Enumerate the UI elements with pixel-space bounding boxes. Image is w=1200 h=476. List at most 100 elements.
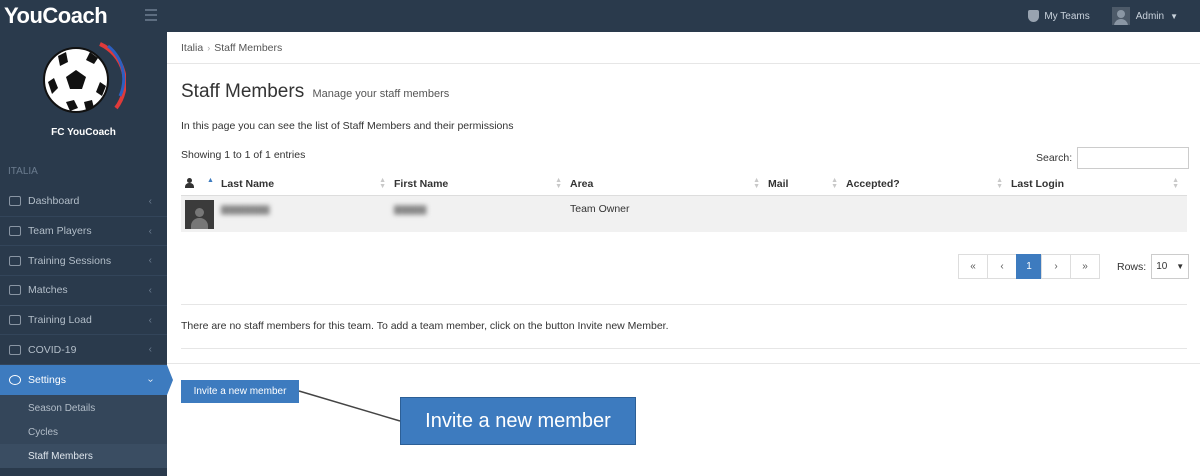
search-input[interactable] — [1077, 147, 1190, 169]
shield-icon — [1028, 10, 1040, 22]
column-accepted[interactable]: Accepted? ▲ ▼ — [846, 173, 1011, 196]
sidebar-item-label: Matches — [28, 284, 68, 297]
sort-icon: ▲ ▼ — [753, 177, 760, 190]
page-title-text: Staff Members — [181, 81, 305, 102]
cell-avatar — [181, 195, 221, 232]
chevron-left-icon: ‹ — [148, 255, 152, 267]
sidebar-item-training-load[interactable]: Training Load ‹ — [0, 306, 167, 336]
chevron-left-icon: ‹ — [148, 314, 152, 326]
entries-info: Showing 1 to 1 of 1 entries — [181, 149, 306, 161]
column-last-name[interactable]: Last Name ▲ ▼ — [221, 173, 394, 196]
user-menu[interactable]: Admin ▼ — [1111, 7, 1178, 25]
page-subtitle: Manage your staff members — [312, 88, 450, 100]
column-header-label: Accepted? — [846, 177, 900, 190]
column-header-label: Area — [570, 177, 594, 190]
column-last-login[interactable]: Last Login ▲ ▼ — [1011, 173, 1187, 196]
sort-icon: ▲ ▼ — [379, 177, 386, 190]
players-icon — [9, 226, 21, 237]
my-teams-link[interactable]: My Teams — [1028, 10, 1090, 22]
sort-icon: ▲ ▼ — [996, 177, 1003, 190]
sidebar-item-label: Training Sessions — [28, 254, 112, 267]
rows-select[interactable]: 10 ▼ — [1151, 254, 1190, 279]
blurred-first-name: ▆▆▆▆ — [394, 202, 427, 215]
table-search: Search: — [1036, 147, 1190, 169]
sidebar-item-team-players[interactable]: Team Players ‹ — [0, 217, 167, 247]
app-logo[interactable]: YouCoach — [4, 3, 108, 29]
divider — [167, 363, 1200, 364]
cell-first-name: ▆▆▆▆ — [394, 195, 570, 232]
user-icon — [185, 178, 194, 189]
column-header-label: First Name — [394, 177, 449, 190]
column-mail[interactable]: Mail ▲ ▼ — [768, 173, 846, 196]
sidebar-subitem-cycles[interactable]: Cycles — [0, 420, 167, 444]
annotation-callout: Invite a new member — [400, 397, 636, 445]
rows-value: 10 — [1156, 261, 1168, 272]
cell-last-name: ▆▆▆▆▆▆ — [221, 195, 394, 232]
gear-icon — [9, 375, 21, 386]
pagination: « ‹ 1 › » — [958, 254, 1100, 279]
sidebar-item-dashboard[interactable]: Dashboard ‹ — [0, 187, 167, 217]
sidebar: FC YouCoach ITALIA Dashboard ‹ Team Play… — [0, 32, 173, 476]
sidebar-item-training-sessions[interactable]: Training Sessions ‹ — [0, 246, 167, 277]
sidebar-item-label: Team Players — [28, 225, 92, 238]
table-row[interactable]: ▆▆▆▆▆▆ ▆▆▆▆ Team Owner — [181, 195, 1187, 232]
no-staff-notice: There are no staff members for this team… — [181, 320, 669, 332]
next-page-button[interactable]: › — [1041, 254, 1071, 279]
sort-icon: ▲ ▼ — [1172, 177, 1179, 190]
cone-icon — [9, 255, 21, 266]
avatar — [185, 199, 214, 229]
cell-accepted — [846, 195, 1011, 232]
cell-area: Team Owner — [570, 195, 768, 232]
my-teams-label: My Teams — [1044, 10, 1090, 22]
table-header-row: ▲ Last Name ▲ ▼ First Name ▲ ▼ Area ▲ ▼ Mai… — [181, 173, 1187, 196]
column-first-name[interactable]: First Name ▲ ▼ — [394, 173, 570, 196]
breadcrumb: Italia › Staff Members — [167, 32, 1200, 64]
column-header-label: Mail — [768, 177, 789, 190]
chevron-left-icon: ‹ — [148, 195, 152, 207]
cell-last-login — [1011, 195, 1187, 232]
first-page-button[interactable]: « — [958, 254, 988, 279]
column-header-label: Last Name — [221, 177, 275, 190]
cell-mail — [768, 195, 846, 232]
sidebar-item-matches[interactable]: Matches ‹ — [0, 276, 167, 306]
divider — [181, 304, 1187, 305]
breadcrumb-item-staff-members: Staff Members — [214, 41, 283, 54]
avatar — [1111, 7, 1130, 25]
rows-per-page: Rows: 10 ▼ — [1117, 254, 1190, 279]
intro-text: In this page you can see the list of Sta… — [181, 120, 514, 132]
last-page-button[interactable]: » — [1070, 254, 1100, 279]
sidebar-item-settings[interactable]: Settings › — [0, 365, 173, 397]
chevron-left-icon: ‹ — [148, 284, 152, 296]
sort-ascending-icon[interactable]: ▲ — [207, 177, 214, 184]
column-header-label: Last Login — [1011, 177, 1065, 190]
match-icon — [9, 285, 21, 296]
team-logo[interactable] — [38, 38, 126, 126]
user-label: Admin — [1135, 10, 1165, 22]
sidebar-subitem-season-details[interactable]: Season Details — [0, 396, 167, 420]
sidebar-item-label: Settings — [28, 374, 66, 387]
rows-label: Rows: — [1117, 260, 1147, 273]
invite-member-button[interactable]: Invite a new member — [181, 380, 299, 403]
sidebar-subitem-staff-members[interactable]: Staff Members — [0, 444, 167, 469]
sidebar-item-covid-19[interactable]: COVID-19 ‹ — [0, 335, 167, 366]
settings-submenu: Season Details Cycles Staff Members — [0, 396, 167, 469]
sidebar-nav: Dashboard ‹ Team Players ‹ Training Sess… — [0, 187, 173, 469]
chevron-left-icon: ‹ — [148, 225, 152, 237]
page-1-button[interactable]: 1 — [1016, 254, 1042, 279]
chevron-down-icon: ▼ — [1176, 262, 1185, 271]
sidebar-item-label: Dashboard — [28, 195, 80, 208]
section-label: ITALIA — [8, 166, 38, 177]
breadcrumb-item-italia[interactable]: Italia — [181, 42, 203, 54]
column-avatar: ▲ — [181, 173, 221, 196]
chevron-left-icon: ‹ — [148, 344, 152, 356]
menu-toggle-icon[interactable] — [145, 9, 157, 21]
sort-icon: ▲ ▼ — [555, 177, 562, 190]
blurred-last-name: ▆▆▆▆▆▆ — [221, 202, 270, 215]
prev-page-button[interactable]: ‹ — [987, 254, 1017, 279]
bar-chart-icon — [9, 196, 21, 207]
breadcrumb-separator: › — [207, 42, 211, 53]
column-area[interactable]: Area ▲ ▼ — [570, 173, 768, 196]
top-bar: YouCoach My Teams Admin ▼ — [0, 0, 1200, 32]
thermometer-icon — [9, 344, 21, 355]
staff-table: ▲ Last Name ▲ ▼ First Name ▲ ▼ Area ▲ ▼ Mai… — [181, 173, 1187, 232]
